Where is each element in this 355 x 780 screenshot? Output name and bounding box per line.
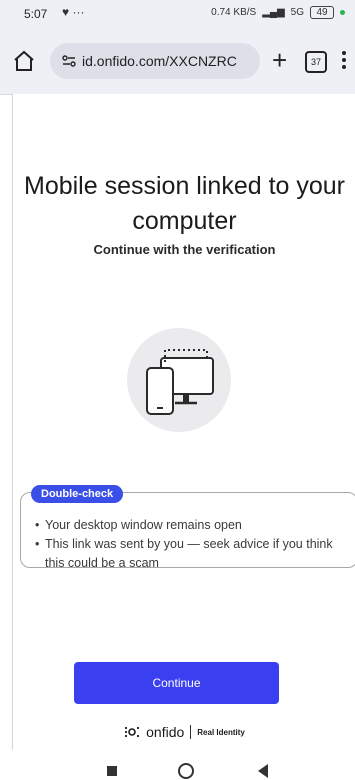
- site-settings-icon[interactable]: [62, 54, 76, 68]
- net-speed: 0.74 KB/S: [211, 7, 257, 18]
- home-nav-icon[interactable]: [178, 763, 194, 779]
- footer: onfido Real Identity: [13, 724, 355, 744]
- status-notifications: ♥ ···: [62, 5, 85, 19]
- callout-list: Your desktop window remains open This li…: [35, 516, 350, 573]
- menu-icon[interactable]: [341, 48, 347, 72]
- home-icon[interactable]: [12, 49, 36, 73]
- url-text: id.onfido.com/XXCNZRC: [82, 53, 237, 69]
- recents-icon[interactable]: [107, 766, 117, 776]
- list-item: Your desktop window remains open: [35, 516, 350, 535]
- continue-button[interactable]: Continue: [74, 662, 279, 704]
- brand-tagline: Real Identity: [197, 727, 245, 737]
- back-icon[interactable]: [258, 764, 268, 778]
- battery-icon: 49: [310, 6, 334, 19]
- page-content: Mobile session linked to your computer C…: [12, 94, 355, 750]
- page-title: Mobile session linked to your computer: [24, 171, 345, 235]
- double-check-callout: Your desktop window remains open This li…: [20, 492, 355, 570]
- privacy-dot-icon: [340, 10, 345, 15]
- signal-icon: ▂▄▆: [262, 7, 285, 18]
- phone-monitor-icon: [146, 349, 214, 415]
- address-bar[interactable]: id.onfido.com/XXCNZRC: [50, 43, 260, 79]
- onfido-logo-icon: [125, 726, 140, 738]
- page-subtitle: Continue with the verification: [93, 242, 276, 257]
- new-tab-button[interactable]: +: [272, 45, 287, 75]
- browser-toolbar: id.onfido.com/XXCNZRC + 37: [0, 28, 355, 95]
- signal-text: 5G: [290, 7, 304, 18]
- list-item: This link was sent by you — seek advice …: [35, 535, 350, 573]
- brand-name: onfido: [146, 724, 185, 740]
- status-indicators: 0.74 KB/S ▂▄▆ 5G 49: [211, 6, 345, 19]
- status-time: 5:07: [24, 7, 48, 21]
- double-check-badge: Double-check: [31, 485, 124, 503]
- status-bar: 5:07 ♥ ··· 0.74 KB/S ▂▄▆ 5G 49: [0, 0, 355, 28]
- devices-linked-illustration: [127, 328, 231, 432]
- tabs-button[interactable]: 37: [305, 51, 327, 73]
- footer-divider: [190, 725, 192, 739]
- system-nav-bar: [0, 750, 355, 780]
